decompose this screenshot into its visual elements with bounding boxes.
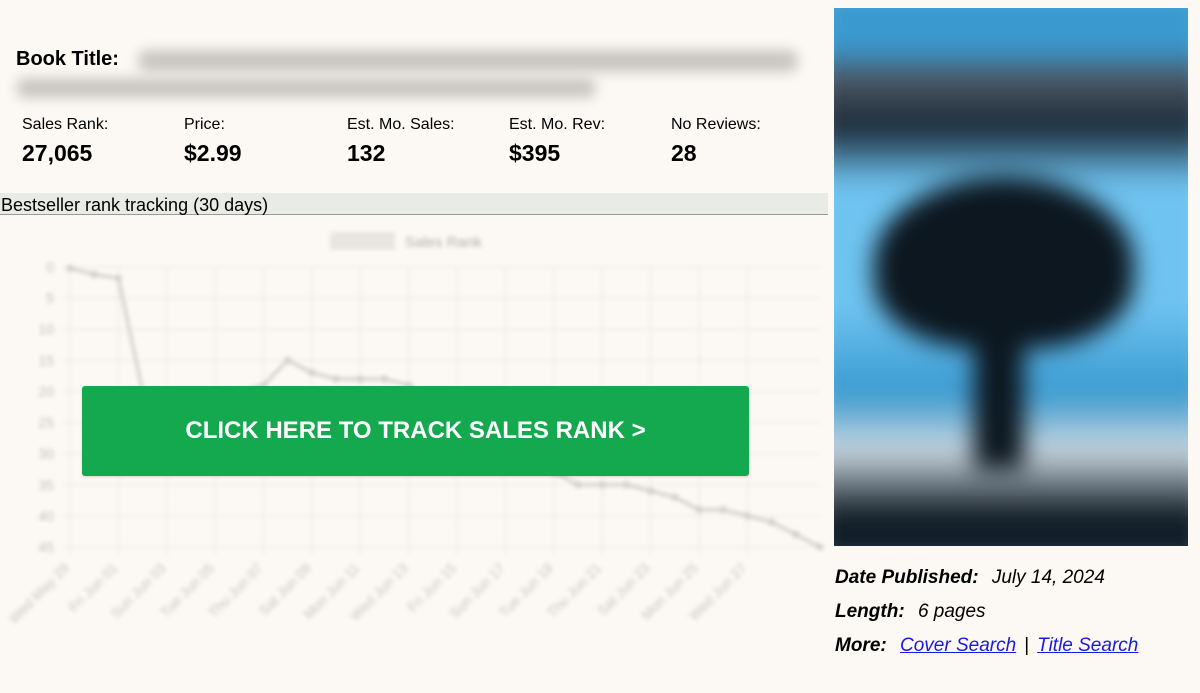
stats-row: Sales Rank: 27,065 Price: $2.99 Est. Mo.… (22, 116, 822, 176)
stat-label: Price: (184, 116, 225, 133)
data-point (695, 506, 703, 514)
stat-label: Sales Rank: (22, 116, 109, 133)
data-point (66, 264, 74, 272)
cover-search-link[interactable]: Cover Search (900, 635, 1016, 656)
book-title-redacted-line2 (16, 78, 596, 98)
data-point (647, 487, 655, 495)
stat-label: Est. Mo. Rev: (509, 116, 606, 133)
stat-reviews: No Reviews: 28 (671, 116, 831, 167)
data-point (90, 270, 98, 278)
book-cover-image (834, 8, 1188, 546)
y-tick-label: 20 (38, 383, 54, 399)
data-point (381, 375, 389, 383)
stat-label: Est. Mo. Sales: (347, 116, 455, 133)
meta-value: July 14, 2024 (991, 567, 1105, 588)
meta-value: 6 pages (917, 601, 986, 622)
data-point (743, 512, 751, 520)
book-cover-blurred-art (834, 8, 1188, 546)
data-point (114, 274, 122, 282)
cover-trunk (974, 318, 1024, 468)
stat-label: No Reviews: (671, 116, 761, 133)
meta-date-published: Date Published: July 14, 2024 (835, 566, 1195, 600)
data-point (719, 506, 727, 514)
data-point (671, 493, 679, 501)
meta-more: More: Cover Search | Title Search (835, 634, 1195, 668)
legend-label: Sales Rank (405, 234, 482, 251)
data-point (574, 481, 582, 489)
x-tick-label: Wed May 29 (5, 560, 72, 627)
stat-value: 28 (671, 140, 697, 166)
y-tick-label: 25 (38, 415, 54, 431)
stat-est-monthly-revenue: Est. Mo. Rev: $395 (509, 116, 669, 167)
data-point (284, 356, 292, 364)
y-tick-label: 45 (38, 539, 54, 555)
meta-key: More: (835, 635, 887, 656)
data-point (308, 369, 316, 377)
stat-value: $395 (509, 140, 561, 166)
y-tick-label: 0 (46, 259, 54, 275)
y-tick-label: 35 (38, 477, 54, 493)
data-point (598, 481, 606, 489)
data-point (622, 481, 630, 489)
title-search-link[interactable]: Title Search (1037, 635, 1138, 656)
book-title-label: Book Title: (16, 48, 119, 70)
stat-value: $2.99 (184, 140, 242, 166)
track-sales-rank-button[interactable]: CLICK HERE TO TRACK SALES RANK > (82, 386, 749, 476)
y-tick-label: 40 (38, 508, 54, 524)
y-tick-label: 30 (38, 446, 54, 462)
legend-swatch (330, 232, 395, 250)
stat-value: 132 (347, 140, 386, 166)
data-point (792, 531, 800, 539)
book-title-redacted (138, 50, 798, 72)
y-tick-label: 10 (38, 321, 54, 337)
rank-tracking-header: Bestseller rank tracking (30 days) (0, 193, 828, 215)
data-point (768, 518, 776, 526)
link-separator: | (1024, 635, 1030, 656)
stat-price: Price: $2.99 (184, 116, 344, 167)
meta-length: Length: 6 pages (835, 600, 1195, 634)
stat-est-monthly-sales: Est. Mo. Sales: 132 (347, 116, 507, 167)
y-tick-label: 5 (46, 290, 54, 306)
y-tick-label: 15 (38, 352, 54, 368)
book-meta: Date Published: July 14, 2024 Length: 6 … (835, 566, 1195, 668)
meta-key: Length: (835, 601, 905, 622)
data-point (816, 543, 824, 551)
meta-key: Date Published: (835, 567, 979, 588)
data-point (332, 375, 340, 383)
data-point (356, 375, 364, 383)
stat-sales-rank: Sales Rank: 27,065 (22, 116, 182, 167)
stat-value: 27,065 (22, 140, 93, 166)
